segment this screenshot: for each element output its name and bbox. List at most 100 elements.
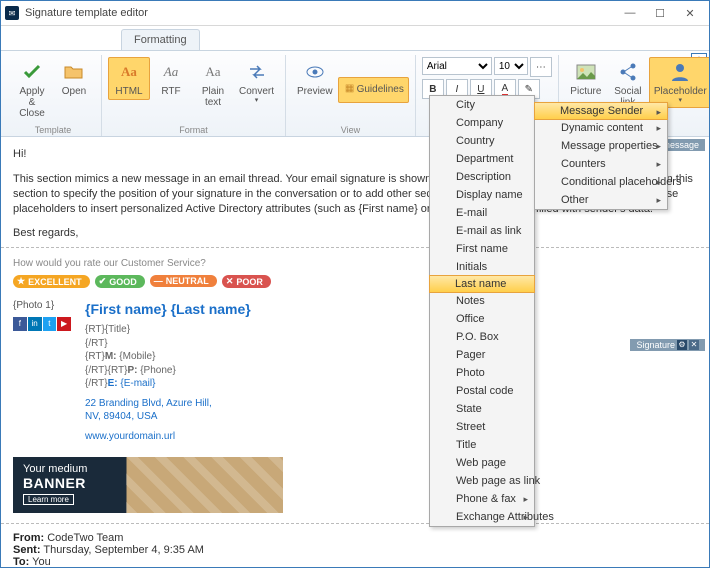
menu-item-conditional-placeholders[interactable]: Conditional placeholders▸ [535,173,667,191]
menu-item-first-name[interactable]: First name [430,240,534,258]
placeholder-menu[interactable]: CityCompanyCountryDepartmentDescriptionD… [429,95,535,527]
pane-tab-signature[interactable]: Signature ⚙ ✕ [630,339,705,351]
banner-learn-more[interactable]: Learn more [23,494,74,505]
check-icon [20,60,44,84]
from-value: CodeTwo Team [44,532,123,544]
font-color-icon: A [502,83,509,96]
close-section-icon[interactable]: ✕ [689,340,699,350]
open-button[interactable]: Open [53,57,95,100]
guidelines-toggle[interactable]: ▦ Guidelines [338,77,409,103]
dash-icon: — [154,276,163,286]
menu-item-p-o-box[interactable]: P.O. Box [430,328,534,346]
menu-item-e-mail[interactable]: E-mail [430,204,534,222]
menu-item-phone-fax[interactable]: Phone & fax▸ [430,490,534,508]
address-line-1: 22 Branding Blvd, Azure Hill, [85,397,251,411]
to-value: You [29,556,50,567]
highlight-icon: ✎ [525,84,533,95]
font-size-select[interactable]: 10 [494,57,528,75]
picture-icon [574,60,598,84]
menu-item-postal-code[interactable]: Postal code [430,382,534,400]
font-picker-button[interactable]: ⋯ [530,57,552,77]
menu-item-city[interactable]: City [430,96,534,114]
menu-item-description[interactable]: Description [430,168,534,186]
menu-item-title[interactable]: Title [430,436,534,454]
menu-item-message-properties[interactable]: Message properties▸ [535,137,667,155]
person-icon [668,60,692,84]
menu-item-company[interactable]: Company [430,114,534,132]
menu-item-pager[interactable]: Pager [430,346,534,364]
website-link[interactable]: www.yourdomain.url [85,430,251,444]
menu-item-web-page-as-link[interactable]: Web page as link [430,472,534,490]
apply-close-button[interactable]: Apply & Close [11,57,53,122]
banner[interactable]: Your medium BANNER Learn more [13,457,283,513]
sent-value: Thursday, September 4, 9:35 AM [41,544,204,556]
pill-poor[interactable]: ✕POOR [222,275,271,288]
menu-item-other[interactable]: Other▸ [535,191,667,209]
youtube-icon[interactable]: ▶ [57,317,71,331]
chevron-right-icon: ▸ [656,177,661,188]
format-html-button[interactable]: Aa HTML [108,57,150,100]
menu-item-initials[interactable]: Initials [430,258,534,276]
menu-item-e-mail-as-link[interactable]: E-mail as link [430,222,534,240]
group-label-template: Template [5,125,101,135]
convert-icon [245,60,269,84]
conversation-section[interactable]: From: CodeTwo Team Sent: Thursday, Septe… [1,524,709,567]
menu-item-display-name[interactable]: Display name [430,186,534,204]
menu-item-last-name[interactable]: Last name [429,275,535,293]
closing-text: Best regards, [13,226,697,241]
group-template: Apply & Close Open Template [5,55,102,136]
titlebar: ✉ Signature template editor — ☐ ✕ [1,1,709,26]
rtf-icon: Aa [159,60,183,84]
menu-item-message-sender[interactable]: Message Sender▸ [534,102,668,120]
pill-neutral[interactable]: —NEUTRAL [150,275,217,287]
chevron-right-icon: ▸ [656,159,661,170]
banner-decoration [126,457,283,513]
menu-item-department[interactable]: Department [430,150,534,168]
convert-button[interactable]: Convert▾ [234,57,279,108]
menu-item-counters[interactable]: Counters▸ [535,155,667,173]
share-icon [616,60,640,84]
menu-item-web-page[interactable]: Web page [430,454,534,472]
format-rtf-button[interactable]: Aa RTF [150,57,192,100]
address-line-2: NV, 89404, USA [85,410,251,424]
twitter-icon[interactable]: t [43,317,57,331]
signature-section[interactable]: How would you rate our Customer Service?… [1,248,709,524]
guidelines-icon: ▦ [343,81,357,97]
facebook-icon[interactable]: f [13,317,27,331]
linkedin-icon[interactable]: in [28,317,42,331]
tab-paragraph[interactable]: Paragraph [227,29,304,50]
sig-line-2: {/RT} [85,337,251,351]
pill-excellent[interactable]: ★EXCELLENT [13,275,90,288]
tab-main[interactable]: Main [7,29,57,50]
menu-item-office[interactable]: Office [430,310,534,328]
format-plain-button[interactable]: Aa Plain text [192,57,234,111]
close-button[interactable]: ✕ [675,3,705,23]
pill-good[interactable]: ✔GOOD [95,275,145,288]
placeholder-button[interactable]: Placeholder▾ [649,57,710,108]
font-name-select[interactable]: Arial [422,57,492,75]
preview-button[interactable]: Preview [292,57,338,100]
menu-item-dynamic-content[interactable]: Dynamic content▸ [535,119,667,137]
chevron-right-icon: ▸ [656,141,661,152]
folder-icon [62,60,86,84]
minimize-button[interactable]: — [615,3,645,23]
eye-icon [303,60,327,84]
menu-item-street[interactable]: Street [430,418,534,436]
group-label-view: View [286,125,415,135]
gear-icon[interactable]: ⚙ [677,340,687,350]
picture-button[interactable]: Picture [565,57,607,100]
plain-icon: Aa [201,60,225,84]
menu-item-country[interactable]: Country [430,132,534,150]
menu-item-exchange-attributes[interactable]: Exchange Attributes▸ [430,508,534,526]
placeholder-category-menu[interactable]: Message Sender▸Dynamic content▸Message p… [534,102,668,210]
group-view: Preview ▦ Guidelines View [286,55,416,136]
rating-question: How would you rate our Customer Service? [13,258,697,269]
name-placeholder: {First name} {Last name} [85,300,251,319]
group-label-format: Format [102,125,285,135]
tab-formatting[interactable]: Formatting [121,29,200,50]
menu-item-notes[interactable]: Notes [430,292,534,310]
menu-item-state[interactable]: State [430,400,534,418]
maximize-button[interactable]: ☐ [645,3,675,23]
menu-item-photo[interactable]: Photo [430,364,534,382]
html-icon: Aa [117,60,141,84]
